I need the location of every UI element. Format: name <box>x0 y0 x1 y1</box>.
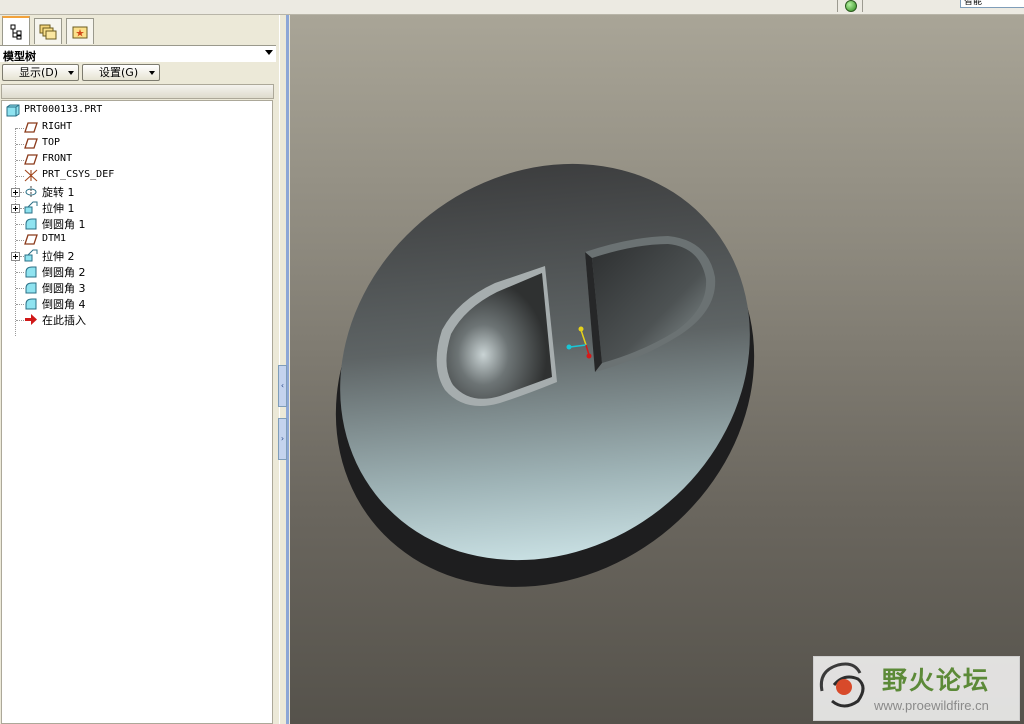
tree-item-label: 倒圆角 1 <box>42 218 86 231</box>
tree-connector <box>16 128 24 129</box>
tree-item-right[interactable]: RIGHT <box>24 120 264 136</box>
expand-toggle[interactable] <box>11 204 20 213</box>
tree-connector <box>16 288 24 289</box>
tree-item-label: 拉伸 2 <box>42 250 75 263</box>
chevron-down-icon <box>68 71 74 75</box>
tree-item-label: RIGHT <box>42 121 73 132</box>
tree-item-top[interactable]: TOP <box>24 136 264 152</box>
expand-right-icon[interactable]: › <box>278 418 287 460</box>
tree-item-label: 拉伸 1 <box>42 202 75 215</box>
tree-item-csys[interactable]: PRT_CSYS_DEF <box>24 168 264 184</box>
revolve-icon <box>25 186 37 197</box>
watermark-title: 野火论坛 <box>882 666 991 695</box>
star-folder-icon <box>72 26 88 38</box>
tree-item-label: TOP <box>42 137 61 148</box>
watermark-url: www.proewildfire.cn <box>874 698 989 713</box>
display-button-label: 显示(D) <box>19 66 59 79</box>
forum-watermark: 野火论坛 www.proewildfire.cn <box>813 656 1020 721</box>
tree-item-label: 在此插入 <box>42 314 86 327</box>
display-dropdown-button[interactable]: 显示(D) <box>2 64 79 81</box>
expand-toggle[interactable] <box>11 252 20 261</box>
tree-connector <box>16 320 24 321</box>
panel-menu-arrow-icon[interactable] <box>265 50 273 55</box>
panel-header: 模型树 <box>0 45 276 63</box>
tree-item-front[interactable]: FRONT <box>24 152 264 168</box>
tree-item-label: 倒圆角 4 <box>42 298 86 311</box>
tree-connector <box>16 160 24 161</box>
settings-button-label: 设置(G) <box>99 66 139 79</box>
panel-title: 模型树 <box>3 50 36 63</box>
tree-item-revolve-1[interactable]: 旋转 1 <box>24 184 264 200</box>
toolbar-separator <box>837 0 838 12</box>
tree-connector <box>16 304 24 305</box>
panel-splitter[interactable]: ‹ › <box>276 15 290 724</box>
round-icon <box>25 266 37 278</box>
datum-plane-icon <box>24 138 38 149</box>
part-icon <box>6 104 20 117</box>
tree-item-label: 倒圆角 3 <box>42 282 86 295</box>
tree-item-extrude-2[interactable]: 拉伸 2 <box>24 248 264 264</box>
round-icon <box>25 298 37 310</box>
model-render <box>335 163 755 587</box>
tree-item-label: DTM1 <box>42 233 67 244</box>
tree-item-label: 旋转 1 <box>42 186 75 199</box>
green-light-icon[interactable] <box>845 0 857 12</box>
tree-item-round-1[interactable]: 倒圆角 1 <box>24 216 264 232</box>
tree-item-round-3[interactable]: 倒圆角 3 <box>24 280 264 296</box>
tree-item-extrude-1[interactable]: 拉伸 1 <box>24 200 264 216</box>
tree-item-round-4[interactable]: 倒圆角 4 <box>24 296 264 312</box>
tree-item-dtm1[interactable]: DTM1 <box>24 232 264 248</box>
navigator-tabs <box>0 15 276 45</box>
datum-plane-icon <box>24 122 38 133</box>
tree-item-label: PRT_CSYS_DEF <box>42 169 115 180</box>
toolbar-separator <box>862 0 863 12</box>
tree-root-row[interactable]: PRT000133.PRT <box>6 103 266 119</box>
tree-icon <box>10 24 22 39</box>
model-tree-tab[interactable] <box>2 16 30 45</box>
favorites-tab[interactable] <box>66 18 94 44</box>
tree-connector <box>16 272 24 273</box>
round-icon <box>25 218 37 230</box>
folders-icon <box>39 24 57 39</box>
tree-connector <box>16 144 24 145</box>
round-icon <box>25 282 37 294</box>
navigator-panel: 模型树 显示(D) 设置(G) PRT000133.PRT RIGHT TOP … <box>0 15 276 724</box>
settings-dropdown-button[interactable]: 设置(G) <box>82 64 160 81</box>
tree-column-header[interactable] <box>1 84 274 99</box>
model-tree: PRT000133.PRT RIGHT TOP FRONT PRT_CSYS_D… <box>1 100 273 724</box>
forum-logo-icon <box>819 662 865 708</box>
tree-item-label: 倒圆角 2 <box>42 266 86 279</box>
top-toolbar: 智能 <box>0 0 1024 15</box>
folder-browser-tab[interactable] <box>34 18 62 44</box>
extrude-icon <box>24 201 38 214</box>
datum-plane-icon <box>24 234 38 245</box>
extrude-icon <box>24 249 38 262</box>
chevron-down-icon <box>149 71 155 75</box>
expand-toggle[interactable] <box>11 188 20 197</box>
datum-plane-icon <box>24 154 38 165</box>
tree-connector <box>16 240 24 241</box>
tree-item-round-2[interactable]: 倒圆角 2 <box>24 264 264 280</box>
tree-item-label: FRONT <box>42 153 73 164</box>
tree-item-insert-here[interactable]: 在此插入 <box>24 312 264 328</box>
graphics-window[interactable]: 野火论坛 www.proewildfire.cn <box>290 15 1024 724</box>
tree-connector <box>16 224 24 225</box>
collapse-left-icon[interactable]: ‹ <box>278 365 287 407</box>
insert-here-arrow-icon <box>25 314 37 325</box>
selection-filter-select[interactable]: 智能 <box>960 0 1024 8</box>
tree-root-label: PRT000133.PRT <box>24 104 103 115</box>
tree-connector <box>16 176 24 177</box>
csys-icon <box>24 169 38 182</box>
